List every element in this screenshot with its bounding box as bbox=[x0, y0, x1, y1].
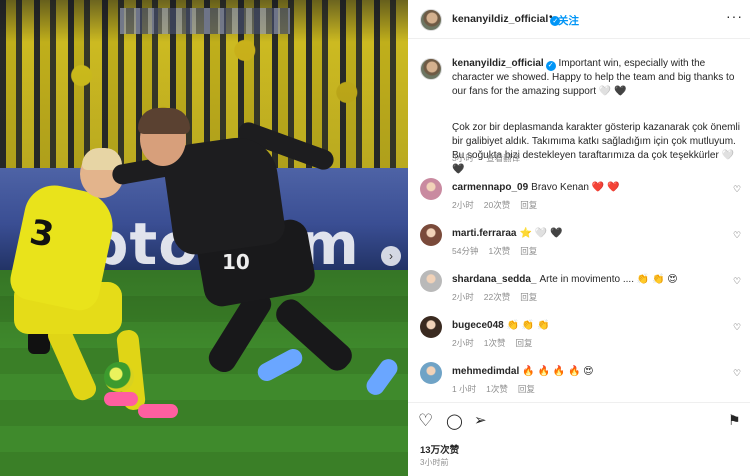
post-photo[interactable]: ypto.com 3 10 › bbox=[0, 0, 408, 476]
comment-meta: 2小时 20次赞 回复 bbox=[452, 199, 547, 211]
comment-likes[interactable]: 1次赞 bbox=[486, 384, 508, 394]
football bbox=[104, 362, 134, 392]
see-translation-link[interactable]: 查看翻译 bbox=[486, 153, 520, 163]
comment-like-icon[interactable]: ♡ bbox=[733, 322, 741, 333]
comment-like-icon[interactable]: ♡ bbox=[733, 230, 741, 241]
black-player-number: 10 bbox=[222, 250, 250, 274]
comment-body: 🔥 🔥 🔥 🔥 😍 bbox=[522, 366, 594, 377]
comment-time: 54分钟 bbox=[452, 246, 479, 256]
comment-body: Arte in movimento .... 👏 👏 😍 bbox=[539, 274, 678, 285]
comment-row: bugece048 👏 👏 👏 2小时 1次赞 回复 ♡ bbox=[408, 316, 750, 356]
caption-username[interactable]: kenanyildiz_official bbox=[452, 58, 544, 69]
avatar[interactable] bbox=[420, 9, 442, 31]
reply-button[interactable]: 回复 bbox=[518, 384, 535, 394]
yellow-player-boot bbox=[138, 404, 178, 418]
commenter-username[interactable]: mehmedimdal bbox=[452, 366, 519, 377]
commenter-username[interactable]: carmennapo_09 bbox=[452, 182, 528, 193]
comment-time: 2小时 bbox=[452, 292, 474, 302]
caption-avatar[interactable] bbox=[420, 58, 442, 80]
comment-meta: 54分钟 1次赞 回复 bbox=[452, 245, 547, 257]
comment-likes[interactable]: 1次赞 bbox=[488, 246, 510, 256]
reply-button[interactable]: 回复 bbox=[520, 200, 537, 210]
share-icon[interactable]: ➢ bbox=[474, 413, 487, 428]
commenter-username[interactable]: marti.ferraraa bbox=[452, 228, 516, 239]
comment-time: 1 小时 bbox=[452, 384, 477, 394]
like-count[interactable]: 13万次赞 bbox=[420, 442, 459, 456]
comment-like-icon[interactable]: ♡ bbox=[733, 276, 741, 287]
comment-likes[interactable]: 22次赞 bbox=[484, 292, 510, 302]
comment-likes[interactable]: 20次赞 bbox=[484, 200, 510, 210]
comment-icon[interactable]: ◯ bbox=[446, 414, 463, 429]
comment-like-icon[interactable]: ♡ bbox=[733, 368, 741, 379]
more-options-icon[interactable]: ··· bbox=[726, 8, 743, 24]
commenter-avatar[interactable] bbox=[420, 316, 442, 338]
comment-body: Bravo Kenan ❤️ ❤️ bbox=[531, 182, 620, 193]
comment-text: carmennapo_09 Bravo Kenan ❤️ ❤️ bbox=[452, 182, 619, 193]
comment-body: ⭐ 🤍 🖤 bbox=[519, 228, 563, 239]
reply-button[interactable]: 回复 bbox=[520, 292, 537, 302]
comment-body: 👏 👏 👏 bbox=[506, 320, 550, 331]
save-icon[interactable]: ⚑ bbox=[728, 413, 741, 427]
commenter-avatar[interactable] bbox=[420, 362, 442, 384]
post-timestamp: 3小时前 bbox=[420, 458, 449, 467]
commenter-username[interactable]: bugece048 bbox=[452, 320, 504, 331]
yellow-player-boot bbox=[104, 392, 138, 406]
black-player-hair bbox=[138, 108, 190, 134]
post-header: kenanyildiz_official ✓ • 关注 ··· bbox=[408, 0, 750, 39]
comment-meta: 2小时 22次赞 回复 bbox=[452, 291, 547, 303]
comment-likes[interactable]: 1次赞 bbox=[484, 338, 506, 348]
comment-like-icon[interactable]: ♡ bbox=[733, 184, 741, 195]
comment-meta: 2小时 1次赞 回复 bbox=[452, 337, 542, 349]
comment-text: bugece048 👏 👏 👏 bbox=[452, 320, 550, 331]
next-photo-button[interactable]: › bbox=[381, 246, 401, 266]
commenter-avatar[interactable] bbox=[420, 224, 442, 246]
comment-row: mehmedimdal 🔥 🔥 🔥 🔥 😍 1 小时 1次赞 回复 ♡ bbox=[408, 362, 750, 402]
post-side-panel: kenanyildiz_official ✓ • 关注 ··· kenanyild… bbox=[408, 0, 750, 476]
comment-text: mehmedimdal 🔥 🔥 🔥 🔥 😍 bbox=[452, 366, 594, 377]
reply-button[interactable]: 回复 bbox=[520, 246, 537, 256]
comment-time: 2小时 bbox=[452, 338, 474, 348]
comment-time: 2小时 bbox=[452, 200, 474, 210]
comment-row: carmennapo_09 Bravo Kenan ❤️ ❤️ 2小时 20次赞 回复 ♡ bbox=[408, 178, 750, 218]
comment-row: marti.ferraraa ⭐ 🤍 🖤 54分钟 1次赞 回复 ♡ bbox=[408, 224, 750, 264]
author-username-text[interactable]: kenanyildiz_official bbox=[452, 13, 548, 25]
caption-meta: 3小时 查看翻译 bbox=[452, 152, 530, 164]
verified-badge-icon: ✓ bbox=[545, 61, 556, 71]
reply-button[interactable]: 回复 bbox=[515, 338, 532, 348]
caption-time: 3小时 bbox=[452, 153, 474, 163]
caption-text: kenanyildiz_official ✓ Important win, esp… bbox=[452, 57, 742, 99]
chevron-right-icon: › bbox=[389, 249, 393, 263]
caption-turkish: Çok zor bir deplasmanda karakter gösteri… bbox=[452, 122, 740, 175]
comment-text: shardana_sedda_ Arte in movimento .... 👏 … bbox=[452, 274, 678, 285]
comment-meta: 1 小时 1次赞 回复 bbox=[452, 383, 545, 395]
separator-dot: • bbox=[549, 12, 553, 23]
stadium-roof bbox=[120, 8, 290, 34]
like-icon[interactable]: ♡ bbox=[418, 412, 433, 429]
action-bar: ♡ ◯ ➢ ⚑ bbox=[408, 402, 750, 438]
comment-text: marti.ferraraa ⭐ 🤍 🖤 bbox=[452, 228, 562, 239]
commenter-avatar[interactable] bbox=[420, 178, 442, 200]
comment-row: shardana_sedda_ Arte in movimento .... 👏 … bbox=[408, 270, 750, 310]
commenter-username[interactable]: shardana_sedda_ bbox=[452, 274, 537, 285]
commenter-avatar[interactable] bbox=[420, 270, 442, 292]
author-username[interactable]: kenanyildiz_official ✓ bbox=[452, 13, 561, 26]
follow-button[interactable]: 关注 bbox=[558, 13, 579, 28]
